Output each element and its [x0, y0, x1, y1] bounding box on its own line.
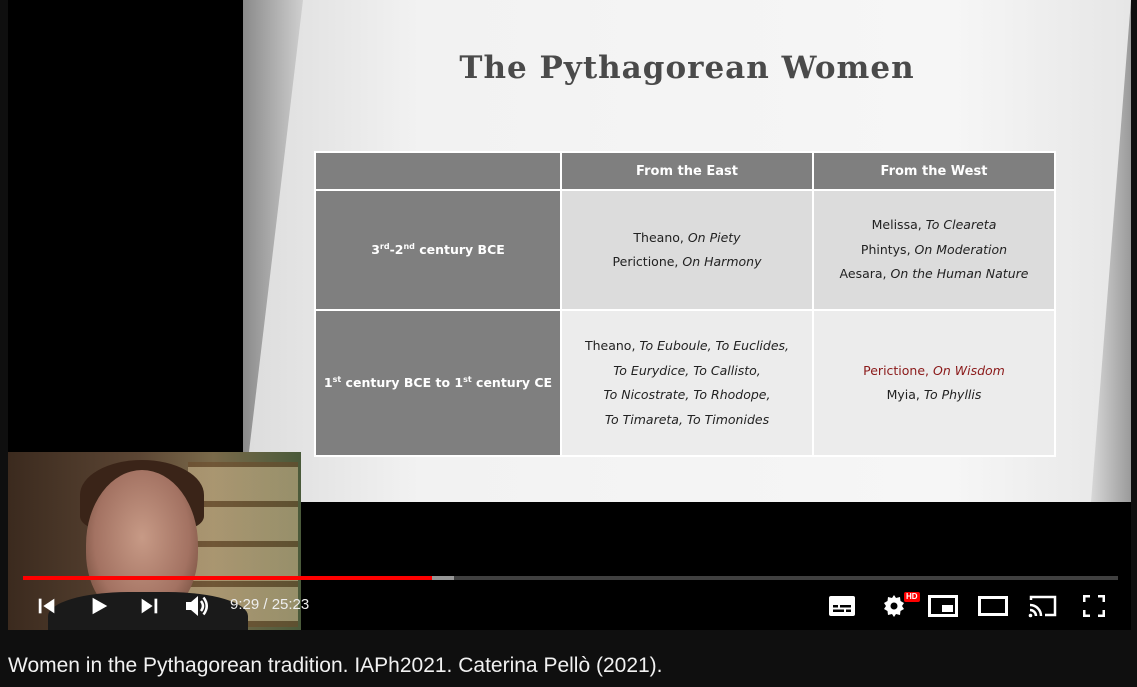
cell-east: Theano, To Euboule, To Euclides, To Eury…	[560, 309, 814, 457]
player-controls: 9:29 / 25:23	[8, 584, 1131, 628]
next-icon	[141, 598, 158, 614]
volume-button[interactable]	[183, 584, 213, 628]
table-row: 1st century BCE to 1st century CE Theano…	[314, 309, 1056, 457]
cell-east: Theano, On Piety Perictione, On Harmony	[560, 189, 814, 311]
theater-mode-button[interactable]	[976, 584, 1010, 628]
list-item: Myia, To Phyllis	[886, 387, 982, 402]
cast-button[interactable]	[1026, 584, 1060, 628]
cell-west: Perictione, On Wisdom Myia, To Phyllis	[812, 309, 1056, 457]
slide-title: The Pythagorean Women	[459, 50, 915, 86]
list-item-highlighted: Perictione, On Wisdom	[863, 362, 1005, 378]
presentation-slide: The Pythagorean Women From the East From…	[243, 0, 1131, 502]
list-item: Phintys, On Moderation	[860, 241, 1008, 257]
list-item: Theano, To Euboule, To Euclides,	[584, 338, 790, 353]
hd-badge: HD	[904, 592, 920, 602]
table-header-row: From the East From the West	[314, 151, 1056, 191]
list-item: To Eurydice, To Callisto,	[613, 362, 761, 378]
table-header-west: From the West	[812, 151, 1056, 191]
play-icon	[92, 597, 108, 615]
list-item: Perictione, On Harmony	[612, 254, 762, 269]
subtitles-icon	[829, 596, 855, 616]
video-player[interactable]: The Pythagorean Women From the East From…	[8, 0, 1131, 630]
fullscreen-icon	[1083, 595, 1105, 617]
time-display: 9:29 / 25:23	[230, 596, 310, 613]
table-row: 3rd-2nd century BCE Theano, On Piety Per…	[314, 189, 1056, 311]
video-title: Women in the Pythagorean tradition. IAPh…	[8, 654, 663, 677]
miniplayer-icon	[928, 595, 958, 617]
row-label-period: 1st century BCE to 1st century CE	[314, 309, 562, 457]
previous-button[interactable]	[34, 584, 60, 628]
theater-mode-icon	[978, 596, 1008, 616]
table-header-east: From the East	[560, 151, 814, 191]
table-header-empty	[314, 151, 562, 191]
volume-icon	[186, 596, 208, 616]
fullscreen-button[interactable]	[1080, 584, 1108, 628]
previous-icon	[38, 598, 55, 614]
subtitles-button[interactable]	[828, 584, 856, 628]
cast-icon	[1028, 595, 1057, 618]
list-item: Melissa, To Cleareta	[871, 217, 997, 233]
play-button[interactable]	[86, 584, 112, 628]
row-label-period: 3rd-2nd century BCE	[314, 189, 562, 311]
settings-icon	[884, 595, 904, 617]
next-button[interactable]	[136, 584, 162, 628]
settings-button[interactable]	[880, 584, 908, 628]
list-item: To Timareta, To Timonides	[604, 411, 770, 427]
list-item: Aesara, On the Human Nature	[839, 266, 1029, 282]
list-item: To Nicostrate, To Rhodope,	[603, 387, 771, 402]
played-bar	[23, 576, 433, 580]
progress-bar[interactable]	[23, 576, 1118, 580]
cell-west: Melissa, To Cleareta Phintys, On Moderat…	[812, 189, 1056, 311]
miniplayer-button[interactable]	[926, 584, 960, 628]
pythagorean-women-table: From the East From the West 3rd-2nd cent…	[314, 151, 1056, 457]
list-item: Theano, On Piety	[633, 229, 741, 245]
